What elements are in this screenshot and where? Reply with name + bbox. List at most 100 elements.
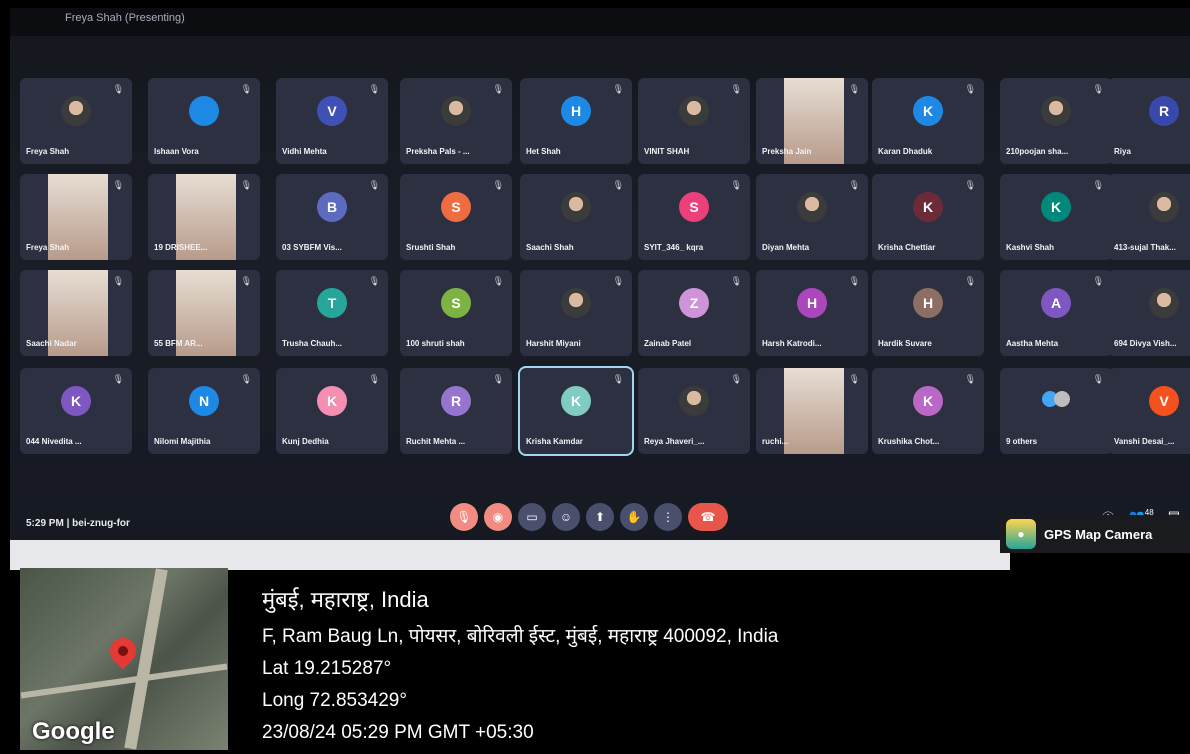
participant-tile[interactable]: K 🎙 Karan Dhaduk [872, 78, 984, 164]
participant-avatar: S [441, 287, 471, 318]
participant-tile[interactable]: 🎙 Ishaan Vora [148, 78, 260, 164]
others-avatars [1042, 390, 1070, 407]
participant-tile[interactable]: V 🎙 Vidhi Mehta [276, 78, 388, 164]
participant-avatar: V [317, 95, 347, 126]
participant-tile[interactable]: R 🎙 Ruchit Mehta ... [400, 368, 512, 454]
raise-hand-button[interactable]: ✋ [620, 503, 648, 531]
mic-muted-icon: 🎙 [848, 84, 860, 94]
participant-tile[interactable]: 🎙 Harshit Miyani [520, 270, 632, 356]
emoji-icon: ☺ [559, 510, 573, 524]
mic-muted-icon: 🎙 [730, 374, 742, 384]
location-datetime: 23/08/24 05:29 PM GMT +05:30 [262, 722, 534, 743]
emoji-button[interactable]: ☺ [552, 503, 580, 531]
participant-name: Saachi Nadar [26, 339, 77, 348]
participant-tile[interactable]: T 🎙 Trusha Chauh... [276, 270, 388, 356]
mic-muted-icon: 🎙 [492, 84, 504, 94]
present-button[interactable]: ⬆ [586, 503, 614, 531]
participant-tile[interactable]: R🎙Riya [1108, 78, 1190, 164]
participant-tile[interactable]: S 🎙 SYIT_346_ kqra [638, 174, 750, 260]
participant-tile[interactable]: H 🎙 Het Shah [520, 78, 632, 164]
participant-avatar: R [1149, 95, 1179, 126]
mic-toggle-button[interactable]: 🎙 [450, 503, 478, 531]
window-title: Freya Shah (Presenting) [65, 12, 185, 24]
mic-muted-icon: 🎙 [112, 84, 124, 94]
participant-name: Ishaan Vora [154, 147, 199, 156]
mic-muted-icon: 🎙 [730, 180, 742, 190]
participant-tile[interactable]: 🎙 Reya Jhaveri_... [638, 368, 750, 454]
mic-muted-icon: 🎙 [964, 276, 976, 286]
participant-name: Hardik Suvare [878, 339, 932, 348]
participant-tile[interactable]: A 🎙 Aastha Mehta [1000, 270, 1112, 356]
participant-name: Freya Shah [26, 243, 70, 252]
participant-name: Reya Jhaveri_... [644, 437, 705, 446]
participant-video [784, 368, 844, 454]
participant-tile[interactable]: 🎙 ruchi... [756, 368, 868, 454]
captions-button[interactable]: ▭ [518, 503, 546, 531]
mic-muted-icon: 🎙 [112, 374, 124, 384]
location-address: F, Ram Baug Ln, पोयसर, बोरिवली ईस्ट, मुं… [262, 626, 779, 647]
participant-name: ruchi... [762, 437, 789, 446]
participant-tile[interactable]: K 🎙 044 Nivedita ... [20, 368, 132, 454]
participant-tile[interactable]: 🎙 Freya Shah [20, 174, 132, 260]
participant-tile[interactable]: H 🎙 Hardik Suvare [872, 270, 984, 356]
more-options-button[interactable]: ⋮ [654, 503, 682, 531]
mic-muted-icon: 🎙 [612, 180, 624, 190]
participant-tile[interactable]: 🎙694 Divya Vish... [1108, 270, 1190, 356]
participant-name: Preksha Pals - ... [406, 147, 470, 156]
mic-muted-icon: 🎙 [964, 374, 976, 384]
participant-name: 19 DRISHEE... [154, 243, 208, 252]
camera-toggle-button[interactable]: ◉ [484, 503, 512, 531]
mic-muted-icon: 🎙 [612, 276, 624, 286]
participant-name: Vanshi Desai_... [1114, 437, 1175, 446]
participant-name: Ruchit Mehta ... [406, 437, 466, 446]
participant-tile[interactable]: N 🎙 Nilomi Majithia [148, 368, 260, 454]
participant-tile[interactable]: 🎙 Diyan Mehta [756, 174, 868, 260]
meeting-info: 5:29 PM | bei-znug-for [26, 518, 130, 529]
participant-tile[interactable]: K 🎙 Kunj Dedhia [276, 368, 388, 454]
participant-tile[interactable]: 🎙 210poojan sha... [1000, 78, 1112, 164]
participant-name: 100 shruti shah [406, 339, 465, 348]
participant-tile[interactable]: H 🎙 Harsh Katrodi... [756, 270, 868, 356]
participant-name: Srushti Shah [406, 243, 456, 252]
participant-name: VINIT SHAH [644, 147, 690, 156]
location-lat: Lat 19.215287° [262, 658, 392, 679]
participant-avatar: K [913, 191, 943, 222]
participant-tile[interactable]: K 🎙 Krisha Kamdar [518, 366, 634, 456]
participant-avatar: K [317, 385, 347, 416]
mic-muted-icon: 🎙 [368, 374, 380, 384]
participant-tile[interactable]: B 🎙 03 SYBFM Vis... [276, 174, 388, 260]
mic-muted-icon: 🎙 [492, 276, 504, 286]
participant-tile[interactable]: Z 🎙 Zainab Patel [638, 270, 750, 356]
participant-tile[interactable]: 🎙 Saachi Nadar [20, 270, 132, 356]
participant-name: Harsh Katrodi... [762, 339, 822, 348]
taskbar [10, 540, 1010, 570]
participant-tile[interactable]: K 🎙 Kashvi Shah [1000, 174, 1112, 260]
participant-tile[interactable]: 🎙 VINIT SHAH [638, 78, 750, 164]
participant-tile[interactable]: V🎙Vanshi Desai_... [1108, 368, 1190, 454]
participant-tile[interactable]: K 🎙 Krisha Chettiar [872, 174, 984, 260]
participant-tile[interactable]: 🎙 55 BFM AR... [148, 270, 260, 356]
mic-muted-icon: 🎙 [964, 84, 976, 94]
participant-tile[interactable]: 🎙 Saachi Shah [520, 174, 632, 260]
participant-photo [679, 95, 709, 126]
participant-name: Riya [1114, 147, 1131, 156]
participant-tile[interactable]: 🎙 9 others [1000, 368, 1112, 454]
participant-name: Krisha Kamdar [526, 437, 583, 446]
participant-tile[interactable]: 🎙 Preksha Jain [756, 78, 868, 164]
google-logo: Google [32, 718, 115, 745]
mic-muted-icon: 🎙 [112, 180, 124, 190]
mic-muted-icon: 🎙 [240, 374, 252, 384]
mic-muted-icon: 🎙 [368, 84, 380, 94]
participant-tile[interactable]: S 🎙 Srushti Shah [400, 174, 512, 260]
location-info: मुंबई, महाराष्ट्र, India F, Ram Baug Ln,… [262, 584, 778, 754]
participant-tile[interactable]: S 🎙 100 shruti shah [400, 270, 512, 356]
participant-name: Aastha Mehta [1006, 339, 1059, 348]
mini-avatar [1054, 390, 1070, 407]
participant-tile[interactable]: 🎙 Freya Shah [20, 78, 132, 164]
participant-tile[interactable]: 🎙 Preksha Pals - ... [400, 78, 512, 164]
participant-tile[interactable]: K 🎙 Krushika Chot... [872, 368, 984, 454]
participant-tile[interactable]: 🎙 19 DRISHEE... [148, 174, 260, 260]
leave-call-button[interactable]: ☎ [688, 503, 728, 531]
participant-tile[interactable]: 🎙413-sujal Thak... [1108, 174, 1190, 260]
participant-avatar: H [561, 95, 591, 126]
